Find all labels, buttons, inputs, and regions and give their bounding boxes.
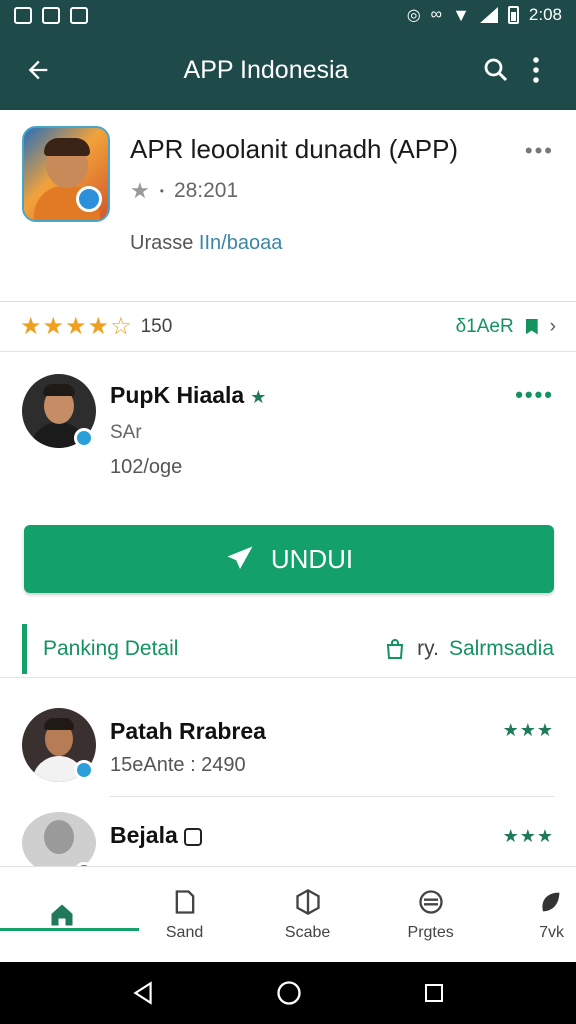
verified-badge-icon [74,760,94,780]
developer-name-text: PupK Hiaala [110,382,245,408]
bag-icon [387,638,404,659]
list-item-rating: ★★★ [502,826,554,846]
nav-label: Prgtes [407,924,454,941]
ranking-detail-row[interactable]: Panking Detail ry. Salrmsadia [0,620,576,678]
notification-icon [14,6,32,24]
nav-item-sand[interactable]: Sand [123,867,246,963]
nav-label: Sand [165,924,204,941]
ranking-right-value: Salrmsadia [448,636,554,660]
rating-count: 150 [140,315,173,337]
list-item-name-text: Bejala [110,822,178,848]
battery-icon [507,6,519,24]
ranking-right[interactable]: ry. Salrmsadia [383,637,554,661]
install-button-label: UNDUI [270,543,354,574]
app-meta: ★ • 28:201 [130,178,238,204]
ranking-accent-bar [22,623,27,674]
ranking-label: Panking Detail [43,636,179,660]
arrow-left-icon [28,60,48,80]
wifi-icon: ▼ [452,4,470,25]
list-item-sub: 15eAnte : 2490 [110,754,246,776]
list-item-name: Bejala [110,822,203,849]
sync-icon: ∞ [430,6,443,23]
developer-name: PupK Hiaala ★ [110,382,266,409]
rating-row: ★★★★☆ 150 δ1AeR › [0,302,576,352]
vibrate-icon: ◎ [406,7,421,24]
more-vert-icon [533,57,539,83]
ranking-right-prefix: ry. [417,636,439,660]
verified-star-icon: ★ [250,387,267,407]
photo-icon [70,6,88,24]
app-bar: APP Indonesia [0,30,576,110]
rating-right-label: δ1AeR [455,315,514,337]
nav-item-more[interactable]: 7vk [492,867,576,963]
bookmark-icon [525,318,538,335]
home-circle-icon[interactable] [275,979,303,1007]
recents-square-icon[interactable] [422,981,446,1005]
system-nav-bar [0,962,576,1024]
lock-icon [184,827,203,846]
star-empty-icon: ☆ [110,313,133,340]
nav-label: 7vk [539,924,564,941]
signal-icon [479,7,498,23]
notification-icon [42,6,60,24]
star-icon: ★ [130,178,150,203]
app-icon-hair [44,138,90,156]
list-item-rating: ★★★ [502,720,554,740]
developer-sub: SAr [110,422,142,443]
avatar-face [44,820,74,854]
list-item[interactable]: Patah Rrabrea 15eAnte : 2490 ★★★ [0,700,576,790]
chevron-right-icon: › [549,315,556,337]
home-icon [51,904,73,926]
verified-badge-icon [74,428,94,448]
nav-item-prgtes[interactable]: Prgtes [369,867,492,963]
developer-card[interactable]: PupK Hiaala ★ SAr 102/oge •••• [0,352,576,512]
app-bar-title: APP Indonesia [183,55,349,84]
app-name: APR leoolanit dunadh (APP) [130,134,459,164]
app-category-key: Urasse [130,232,194,254]
app-more-button[interactable]: ••• [525,138,554,164]
leaf-icon [542,892,560,912]
doc-icon [175,890,194,914]
search-icon [484,58,508,82]
list-divider [110,796,554,797]
nav-label: Scabe [284,924,331,941]
status-bar: ◎ ∞ ▼ 2:08 [0,0,576,30]
avatar-hair [43,384,75,396]
layers-icon [418,890,443,914]
overflow-menu-button[interactable] [516,50,556,90]
search-button[interactable] [476,50,516,90]
cube-icon [295,888,320,916]
app-icon[interactable] [22,126,110,222]
app-header-card: APR leoolanit dunadh (APP) ••• ★ • 28:20… [0,110,576,302]
developer-size: 102/oge [110,456,183,478]
bottom-nav: Sand Scabe Prgtes 7vk [0,866,576,962]
nav-item-home[interactable] [0,867,140,963]
rating-stars: ★★★★☆ [20,313,133,340]
developer-more-button[interactable]: •••• [515,382,554,408]
app-meta-value: 28:201 [173,179,239,202]
status-right: ◎ ∞ ▼ 2:08 [407,5,562,26]
avatar-hair [44,718,74,730]
bullet-icon: • [159,184,164,198]
status-left [14,6,88,24]
back-button[interactable] [20,52,56,88]
back-triangle-icon[interactable] [130,980,156,1006]
app-category: Urasse IIn/baoaa [130,232,282,255]
list-item-name: Patah Rrabrea [110,718,266,744]
app-category-value[interactable]: IIn/baoaa [199,232,282,254]
status-time: 2:08 [528,5,562,24]
rating-right[interactable]: δ1AeR › [456,316,556,338]
app-icon-badge [76,186,102,212]
send-icon [227,546,253,569]
install-button[interactable]: UNDUI [24,525,554,593]
nav-item-scabe[interactable]: Scabe [246,867,369,963]
